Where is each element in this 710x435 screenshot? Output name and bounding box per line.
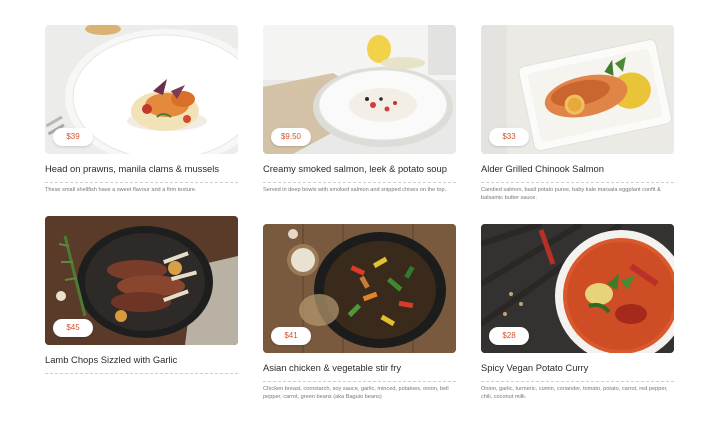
menu-item-card[interactable]: $9.50 Creamy smoked salmon, leek & potat…	[263, 25, 456, 194]
menu-item-title[interactable]: Lamb Chops Sizzled with Garlic	[45, 354, 238, 366]
lamb-chops-photo[interactable]: $45	[45, 216, 238, 345]
price-badge: $39	[53, 128, 93, 146]
menu-item-card[interactable]: $39 Head on prawns, manila clams & musse…	[45, 25, 238, 194]
menu-item-card[interactable]: $33 Alder Grilled Chinook Salmon Candied…	[481, 25, 674, 202]
menu-item-description: These small shellfish have a sweet flavo…	[45, 187, 197, 193]
stir-fry-photo[interactable]: $41	[263, 224, 456, 353]
dashed-divider	[481, 381, 674, 382]
menu-item-title[interactable]: Asian chicken & vegetable stir fry	[263, 362, 456, 374]
menu-item-card[interactable]: $45 Lamb Chops Sizzled with Garlic	[45, 216, 238, 374]
grilled-salmon-photo[interactable]: $33	[481, 25, 674, 154]
menu-item-description: Candied salmon, basil potato puree, baby…	[481, 187, 661, 201]
price-badge: $45	[53, 319, 93, 337]
menu-item-title[interactable]: Alder Grilled Chinook Salmon	[481, 163, 674, 175]
dashed-divider	[263, 182, 456, 183]
price-badge: $33	[489, 128, 529, 146]
dashed-divider	[481, 182, 674, 183]
menu-item-description: Served in deep bowls with smoked salmon …	[263, 187, 447, 193]
menu-item-title[interactable]: Creamy smoked salmon, leek & potato soup	[263, 163, 456, 175]
menu-item-title[interactable]: Head on prawns, manila clams & mussels	[45, 163, 238, 175]
menu-item-description: Chicken breast, cornstarch, soy sauce, g…	[263, 386, 449, 400]
soup-bowl-photo[interactable]: $9.50	[263, 25, 456, 154]
menu-item-card[interactable]: $41 Asian chicken & vegetable stir fry C…	[263, 224, 456, 401]
dashed-divider	[45, 182, 238, 183]
price-badge: $41	[271, 327, 311, 345]
menu-item-title[interactable]: Spicy Vegan Potato Curry	[481, 362, 674, 374]
dashed-divider	[45, 373, 238, 374]
dashed-divider	[263, 381, 456, 382]
menu-item-card[interactable]: $28 Spicy Vegan Potato Curry Onion, garl…	[481, 224, 674, 401]
menu-item-description: Onion, garlic, turmeric, cumin, coriande…	[481, 386, 668, 400]
price-badge: $9.50	[271, 128, 311, 146]
curry-bowl-photo[interactable]: $28	[481, 224, 674, 353]
price-badge: $28	[489, 327, 529, 345]
prawns-dish-photo[interactable]: $39	[45, 25, 238, 154]
